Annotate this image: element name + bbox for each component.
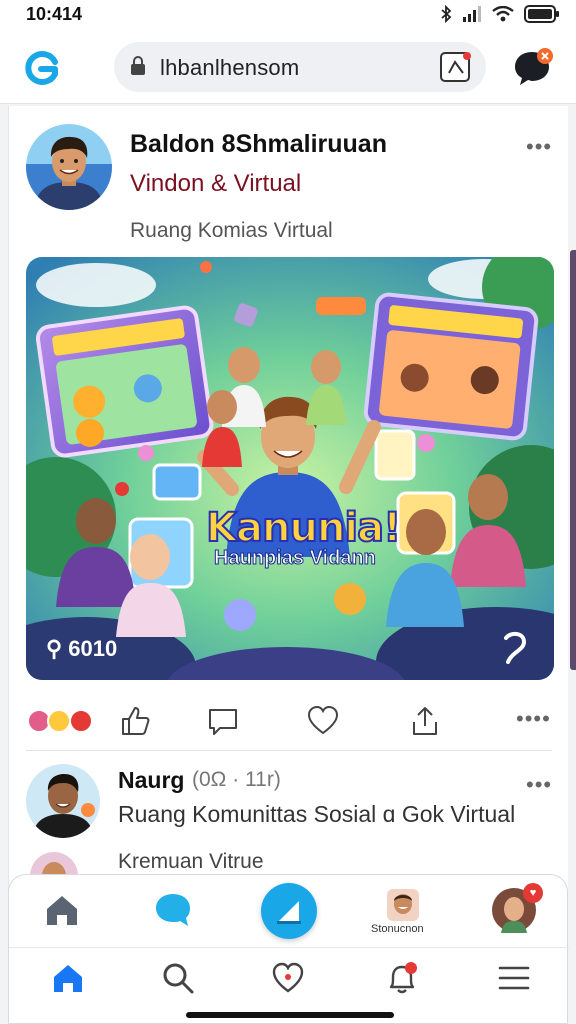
reply-text: Kremuan Vitrue bbox=[118, 850, 264, 873]
reactions-icon[interactable] bbox=[26, 708, 98, 734]
wifi-icon bbox=[492, 6, 514, 22]
home-indicator bbox=[186, 1012, 394, 1018]
profile-avatar[interactable] bbox=[387, 889, 419, 921]
nav-home-icon[interactable] bbox=[51, 961, 85, 995]
url-field[interactable]: lhbanlhensom bbox=[114, 42, 486, 92]
home-icon[interactable] bbox=[43, 891, 81, 929]
divider bbox=[26, 750, 552, 751]
messenger-icon[interactable] bbox=[512, 46, 556, 90]
bottom-tray: Stonucnon ♥ bbox=[8, 874, 569, 1024]
author-avatar[interactable] bbox=[26, 124, 112, 210]
compose-button[interactable] bbox=[261, 883, 317, 939]
friend-badge: ♥ bbox=[523, 883, 543, 903]
post-subtitle: Vindon & Virtual bbox=[130, 170, 302, 197]
url-text: lhbanlhensom bbox=[160, 55, 300, 80]
compose-icon bbox=[277, 901, 301, 924]
bluetooth-icon bbox=[441, 5, 452, 23]
post-actions: •••• bbox=[26, 700, 554, 744]
like-icon[interactable] bbox=[118, 704, 152, 738]
post-group[interactable]: Ruang Komias Virtual bbox=[130, 219, 333, 243]
heart-icon[interactable] bbox=[306, 704, 340, 738]
post-image-subtitle: Haunpias Vidann bbox=[214, 547, 377, 570]
g-logo-icon[interactable] bbox=[22, 48, 62, 88]
tray-separator bbox=[9, 947, 569, 948]
comment-more-button[interactable]: ••• bbox=[526, 772, 552, 798]
top-bar: lhbanlhensom bbox=[0, 30, 576, 104]
post-image[interactable] bbox=[26, 257, 554, 680]
share-icon[interactable] bbox=[408, 704, 442, 738]
chat-bubble-icon[interactable] bbox=[153, 891, 193, 929]
nav-heart-icon[interactable] bbox=[271, 961, 305, 995]
comment-text: Ruang Komunittas Sosial ɑ Gok Virtual bbox=[118, 801, 516, 827]
lock-icon bbox=[131, 56, 145, 75]
image-counter-value: 6010 bbox=[68, 636, 118, 661]
signal-icon bbox=[463, 6, 481, 22]
profile-avatar-label: Stonucnon bbox=[371, 923, 424, 935]
post-author[interactable]: Baldon 8Shmaliruuan bbox=[130, 130, 387, 159]
comment-meta: (0Ω · 11r) bbox=[192, 768, 281, 791]
post-image-title: Kanunia! bbox=[205, 504, 402, 552]
status-time: 10:414 bbox=[26, 4, 83, 24]
image-counter: ⚲ 6010 bbox=[46, 636, 117, 662]
next-card-edge bbox=[570, 250, 576, 670]
battery-icon bbox=[524, 5, 559, 23]
counter-icon: ⚲ bbox=[46, 636, 69, 661]
quick-actions-row: Stonucnon ♥ bbox=[9, 875, 569, 947]
reader-icon[interactable] bbox=[438, 50, 474, 84]
commenter-name[interactable]: Naurg bbox=[118, 767, 184, 794]
status-bar: 10:414 bbox=[0, 0, 576, 30]
next-image-icon[interactable] bbox=[500, 630, 530, 664]
comment-icon[interactable] bbox=[206, 704, 240, 738]
post-more-button[interactable]: ••• bbox=[526, 134, 552, 160]
menu-icon[interactable] bbox=[497, 963, 531, 993]
search-icon[interactable] bbox=[161, 961, 195, 995]
actions-more-button[interactable]: •••• bbox=[516, 706, 551, 732]
commenter-avatar[interactable] bbox=[26, 764, 100, 838]
notification-icon[interactable] bbox=[383, 959, 421, 997]
